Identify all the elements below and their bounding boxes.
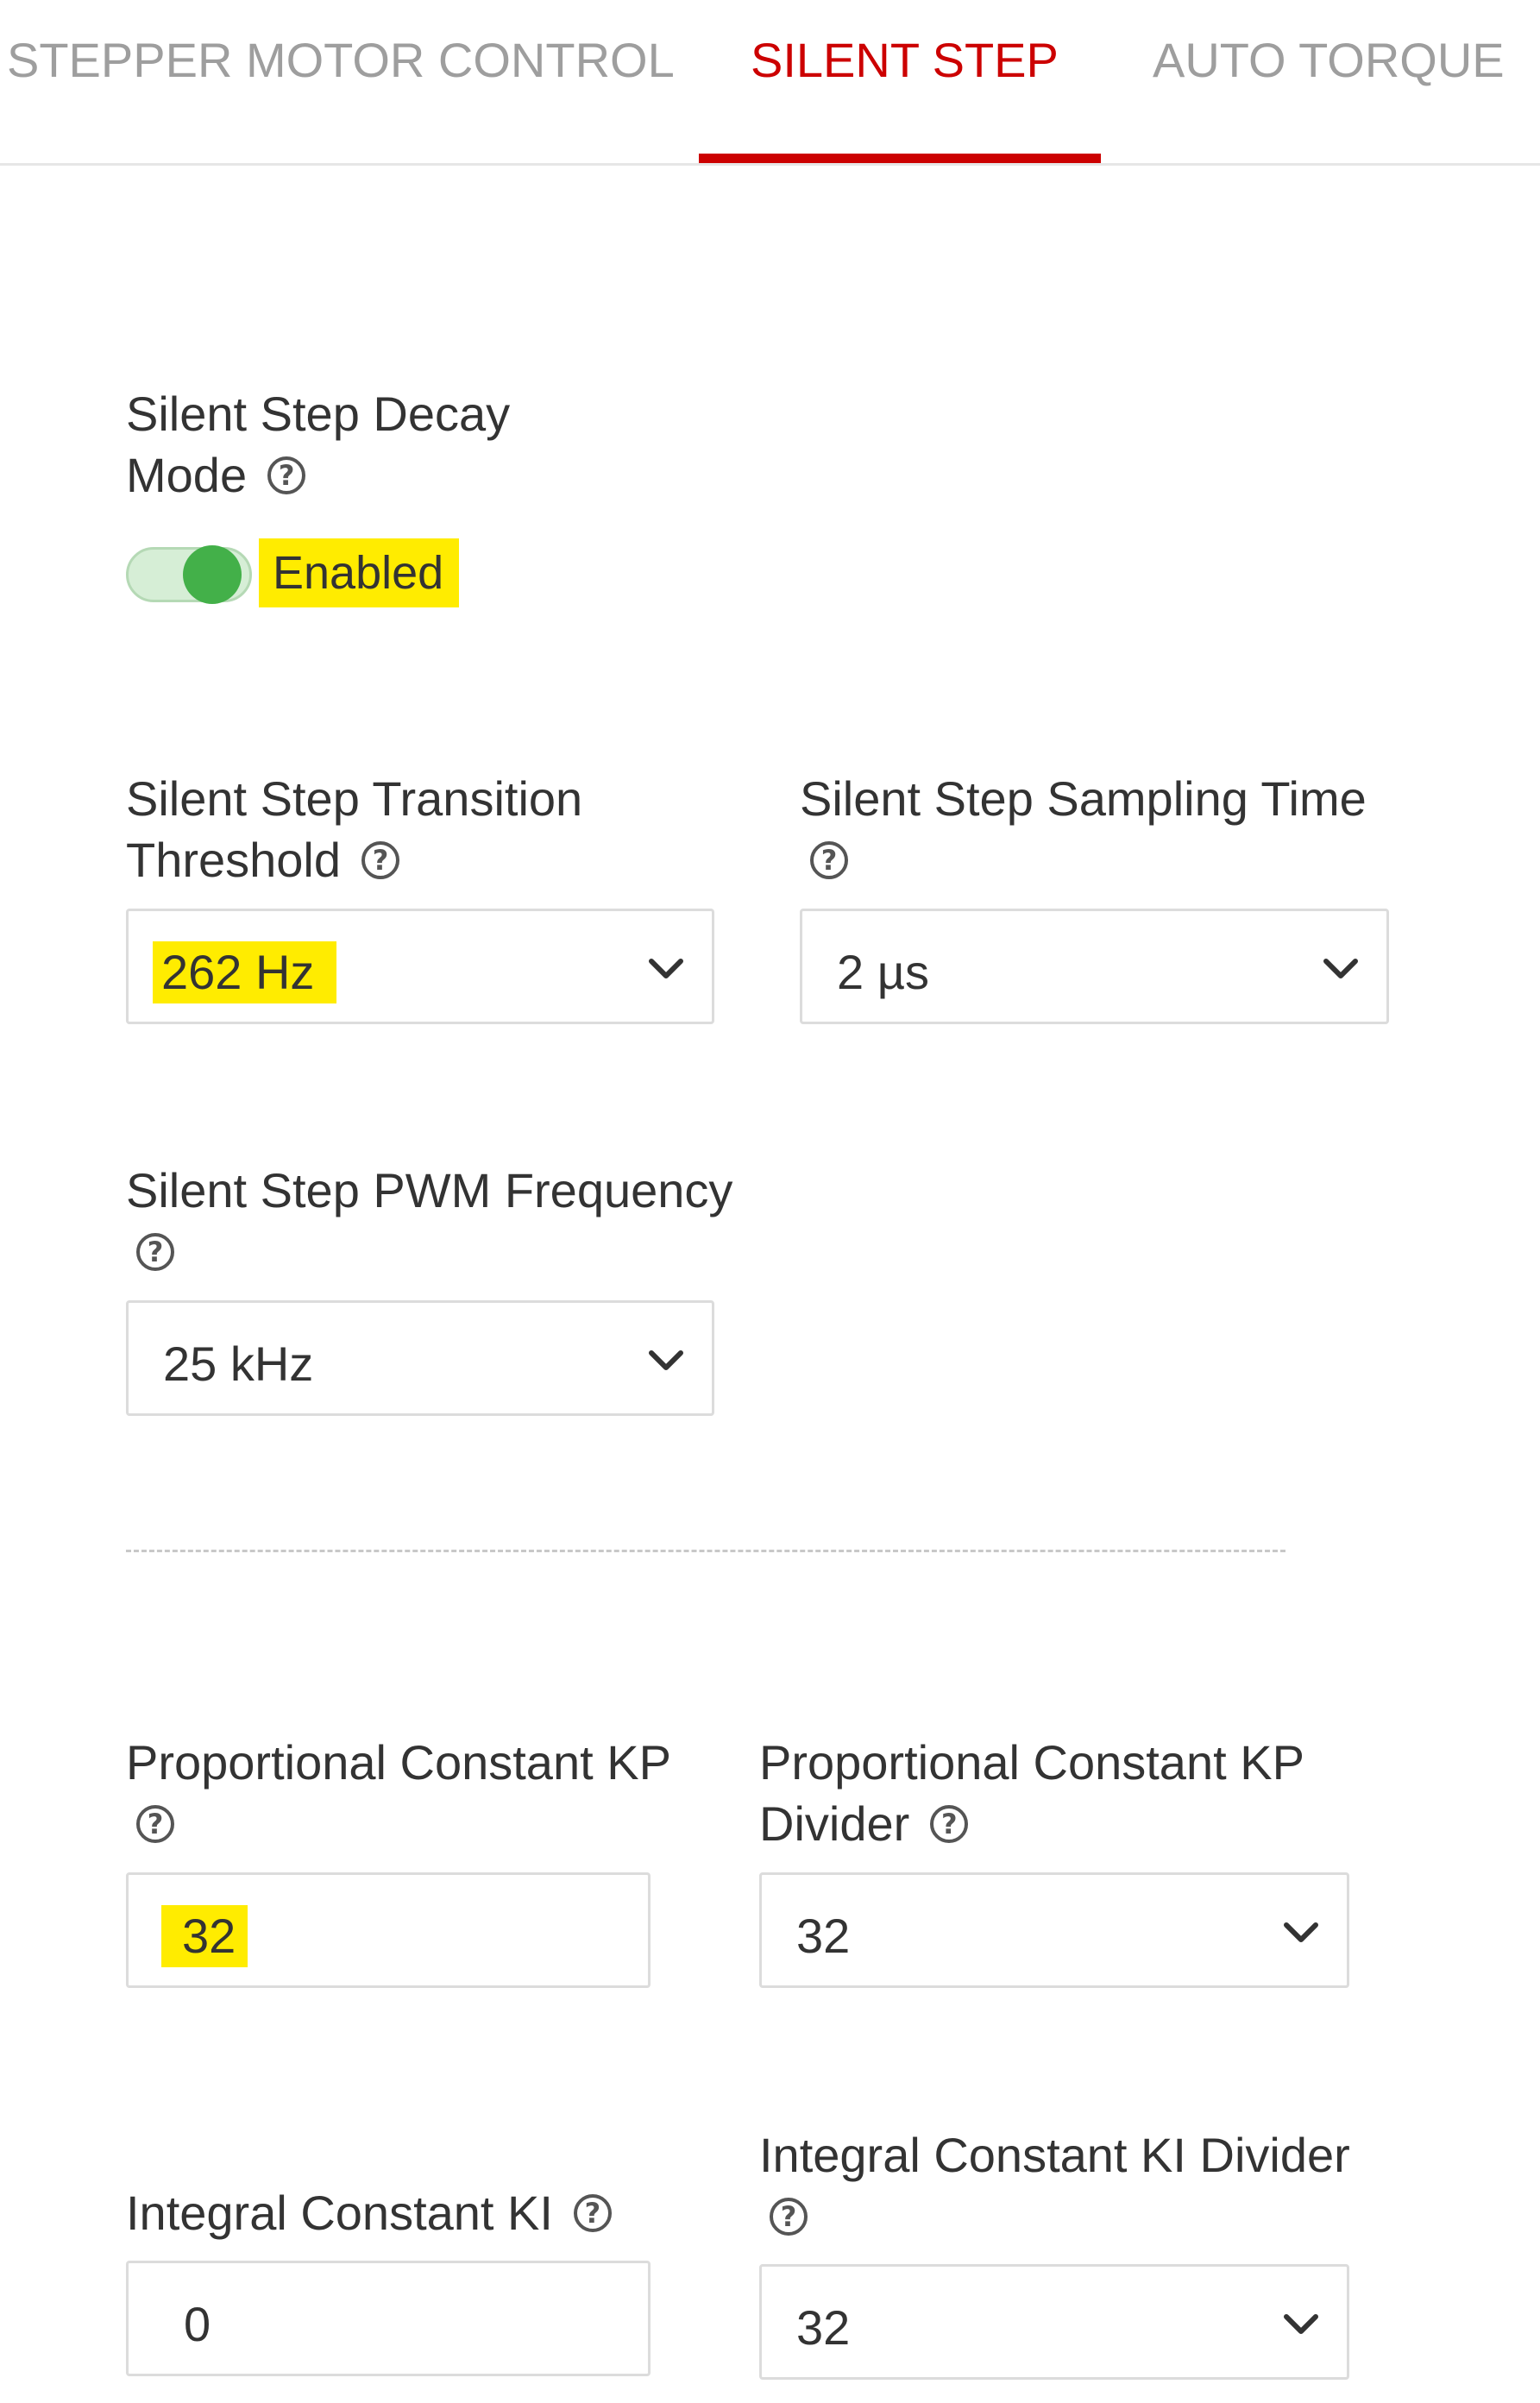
pwm-frequency-label: Silent Step PWM Frequency ? bbox=[126, 1160, 732, 1282]
section-divider bbox=[126, 1550, 1285, 1552]
decay-mode-state-text: Enabled bbox=[259, 538, 460, 607]
help-icon[interactable]: ? bbox=[573, 2194, 612, 2233]
transition-threshold-value: 262 Hz bbox=[153, 941, 337, 1003]
sampling-time-value: 2 µs bbox=[837, 945, 929, 999]
decay-mode-label: Silent Step Decay Mode? bbox=[126, 383, 510, 506]
pwm-frequency-select[interactable]: 25 kHz bbox=[126, 1300, 714, 1416]
tab-bar: STEPPER MOTOR CONTROL SILENT STEP AUTO T… bbox=[0, 0, 1540, 166]
decay-mode-toggle[interactable] bbox=[126, 542, 252, 607]
pwm-frequency-value: 25 kHz bbox=[163, 1337, 314, 1391]
transition-threshold-label-line1: Silent Step Transition bbox=[126, 771, 583, 826]
help-icon[interactable]: ? bbox=[136, 1233, 174, 1272]
ki-value: 0 bbox=[184, 2297, 211, 2351]
kp-value: 32 bbox=[161, 1905, 248, 1967]
kp-label-text: Proportional Constant KP bbox=[126, 1735, 671, 1790]
ki-divider-label-text: Integral Constant KI Divider bbox=[759, 2128, 1350, 2182]
chevron-down-icon bbox=[649, 1350, 683, 1370]
ki-divider-label: Integral Constant KI Divider ? bbox=[759, 2124, 1350, 2247]
help-icon[interactable]: ? bbox=[136, 1805, 174, 1844]
ki-label-text: Integral Constant KI bbox=[126, 2186, 553, 2240]
chevron-down-icon bbox=[1284, 2314, 1318, 2334]
kp-label: Proportional Constant KP ? bbox=[126, 1732, 671, 1854]
sampling-time-label-text: Silent Step Sampling Time bbox=[800, 771, 1367, 826]
help-icon[interactable]: ? bbox=[361, 841, 400, 880]
kp-divider-value: 32 bbox=[796, 1909, 851, 1963]
sampling-time-label: Silent Step Sampling Time ? bbox=[800, 768, 1367, 890]
transition-threshold-select[interactable]: 262 Hz bbox=[126, 909, 714, 1024]
help-icon[interactable]: ? bbox=[267, 456, 306, 495]
chevron-down-icon bbox=[1284, 1922, 1318, 1942]
sampling-time-select[interactable]: 2 µs bbox=[800, 909, 1389, 1024]
help-icon[interactable]: ? bbox=[810, 841, 848, 880]
ki-label: Integral Constant KI? bbox=[126, 2182, 612, 2243]
toggle-knob bbox=[183, 545, 242, 604]
transition-threshold-label-line2: Threshold bbox=[126, 833, 342, 887]
kp-divider-label-line1: Proportional Constant KP bbox=[759, 1735, 1304, 1790]
transition-threshold-label: Silent Step Transition Threshold? bbox=[126, 768, 582, 890]
kp-divider-label-line2: Divider bbox=[759, 1796, 910, 1851]
help-icon[interactable]: ? bbox=[930, 1805, 969, 1844]
decay-mode-label-line1: Silent Step Decay bbox=[126, 387, 511, 441]
pwm-frequency-label-text: Silent Step PWM Frequency bbox=[126, 1163, 733, 1217]
kp-divider-label: Proportional Constant KP Divider? bbox=[759, 1732, 1304, 1854]
tab-auto-torque[interactable]: AUTO TORQUE bbox=[1153, 26, 1505, 95]
kp-divider-select[interactable]: 32 bbox=[759, 1872, 1349, 1988]
decay-mode-label-line2: Mode bbox=[126, 448, 248, 502]
kp-input[interactable]: 32 bbox=[126, 1872, 651, 1988]
tab-stepper-motor-control[interactable]: STEPPER MOTOR CONTROL bbox=[7, 26, 675, 95]
chevron-down-icon bbox=[1323, 959, 1358, 978]
tab-silent-step[interactable]: SILENT STEP bbox=[751, 26, 1059, 95]
chevron-down-icon bbox=[649, 959, 683, 978]
ki-divider-select[interactable]: 32 bbox=[759, 2264, 1349, 2380]
help-icon[interactable]: ? bbox=[770, 2198, 808, 2236]
ki-input[interactable]: 0 bbox=[126, 2261, 651, 2376]
active-tab-indicator bbox=[699, 154, 1101, 163]
ki-divider-value: 32 bbox=[796, 2300, 851, 2355]
